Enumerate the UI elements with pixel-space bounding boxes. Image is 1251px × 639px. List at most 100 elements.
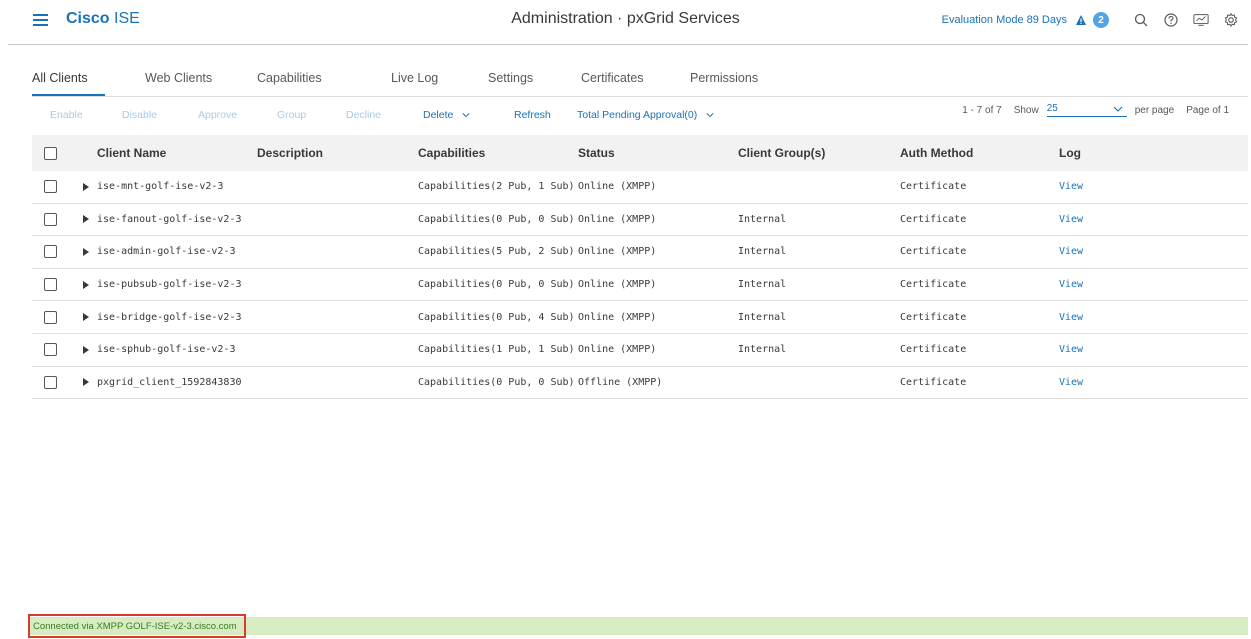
tab-certificates[interactable]: Certificates xyxy=(533,71,644,97)
row-checkbox[interactable] xyxy=(44,310,57,324)
view-log-link[interactable]: View xyxy=(1059,214,1083,225)
column-description[interactable]: Description xyxy=(257,146,323,160)
group-button[interactable]: Group xyxy=(277,109,306,121)
expand-arrow-icon[interactable] xyxy=(82,378,90,387)
client-status: Online (XMPP) xyxy=(578,213,657,225)
enable-button[interactable]: Enable xyxy=(50,109,83,121)
chevron-down-icon xyxy=(462,113,470,118)
row-checkbox[interactable] xyxy=(44,343,57,357)
column-status[interactable]: Status xyxy=(578,146,615,160)
expand-arrow-icon[interactable] xyxy=(82,280,90,289)
view-log-link[interactable]: View xyxy=(1059,344,1083,355)
client-auth-method: Certificate xyxy=(900,213,967,225)
column-log[interactable]: Log xyxy=(1059,146,1081,160)
alert-count-badge[interactable]: 2 xyxy=(1093,12,1109,28)
decline-button[interactable]: Decline xyxy=(346,109,381,121)
expand-arrow-icon[interactable] xyxy=(82,345,90,354)
tab-label: Capabilities xyxy=(257,71,322,85)
view-log-link[interactable]: View xyxy=(1059,279,1083,290)
expand-arrow-icon[interactable] xyxy=(82,215,90,224)
client-status: Offline (XMPP) xyxy=(578,376,663,388)
client-auth-method: Certificate xyxy=(900,246,967,258)
tab-label: Certificates xyxy=(581,71,644,85)
per-page-value: 25 xyxy=(1046,103,1058,114)
client-auth-method: Certificate xyxy=(900,279,967,291)
menu-icon[interactable] xyxy=(33,14,48,26)
tab-all-clients[interactable]: All Clients xyxy=(32,71,105,97)
top-header: Cisco ISE Administration · pxGrid Servic… xyxy=(0,0,1251,44)
pagination: 1 - 7 of 7 Show 25 per page Page of 1 xyxy=(962,103,1229,117)
client-auth-method: Certificate xyxy=(900,376,967,388)
tab-label: Permissions xyxy=(690,71,759,85)
tab-web-clients[interactable]: Web Clients xyxy=(105,71,218,97)
disable-button[interactable]: Disable xyxy=(122,109,157,121)
column-capabilities[interactable]: Capabilities xyxy=(418,146,485,160)
row-checkbox[interactable] xyxy=(44,180,57,194)
table-row: ise-admin-golf-ise-v2-3 Capabilities(5 P… xyxy=(32,236,1248,269)
client-capabilities: Capabilities(0 Pub, 4 Sub) xyxy=(418,311,575,323)
client-status: Online (XMPP) xyxy=(578,181,657,193)
client-status: Online (XMPP) xyxy=(578,344,657,356)
warning-icon[interactable] xyxy=(1075,14,1087,26)
tab-settings[interactable]: Settings xyxy=(439,71,533,97)
refresh-button[interactable]: Refresh xyxy=(514,109,551,121)
column-client-groups[interactable]: Client Group(s) xyxy=(738,146,825,160)
delete-dropdown[interactable]: Delete xyxy=(423,109,470,121)
tab-permissions[interactable]: Permissions xyxy=(641,71,758,97)
page-title: Administration · pxGrid Services xyxy=(511,10,740,27)
client-capabilities: Capabilities(2 Pub, 1 Sub) xyxy=(418,181,575,193)
help-icon[interactable] xyxy=(1163,12,1179,28)
expand-arrow-icon[interactable] xyxy=(82,247,90,256)
view-log-link[interactable]: View xyxy=(1059,312,1083,323)
per-page-label: per page xyxy=(1134,104,1175,116)
pending-approval-dropdown[interactable]: Total Pending Approval(0) xyxy=(577,109,714,121)
chevron-down-icon xyxy=(706,113,714,118)
view-log-link[interactable]: View xyxy=(1059,246,1083,257)
monitor-icon[interactable] xyxy=(1193,12,1209,28)
per-page-select[interactable]: 25 xyxy=(1046,103,1127,117)
view-log-link[interactable]: View xyxy=(1059,181,1083,192)
select-all-checkbox[interactable] xyxy=(44,146,57,160)
client-name: ise-pubsub-golf-ise-v2-3 xyxy=(97,279,242,291)
client-group: Internal xyxy=(738,279,787,291)
client-capabilities: Capabilities(0 Pub, 0 Sub) xyxy=(418,213,575,225)
client-status: Online (XMPP) xyxy=(578,311,657,323)
connection-status-text: Connected via XMPP GOLF-ISE-v2-3.cisco.c… xyxy=(33,621,237,632)
chevron-down-icon xyxy=(1113,106,1123,112)
approve-button[interactable]: Approve xyxy=(198,109,237,121)
client-auth-method: Certificate xyxy=(900,181,967,193)
tab-bar: All Clients Web Clients Capabilities Liv… xyxy=(32,71,758,97)
table-row: ise-fanout-golf-ise-v2-3 Capabilities(0 … xyxy=(32,204,1248,237)
expand-arrow-icon[interactable] xyxy=(82,182,90,191)
table-row: ise-bridge-golf-ise-v2-3 Capabilities(0 … xyxy=(32,301,1248,334)
header-divider xyxy=(8,44,1248,45)
settings-icon[interactable] xyxy=(1223,12,1239,28)
evaluation-mode-link[interactable]: Evaluation Mode 89 Days xyxy=(942,14,1067,26)
client-name: ise-bridge-golf-ise-v2-3 xyxy=(97,311,242,323)
table-row: ise-sphub-golf-ise-v2-3 Capabilities(1 P… xyxy=(32,334,1248,367)
client-auth-method: Certificate xyxy=(900,344,967,356)
row-checkbox[interactable] xyxy=(44,278,57,292)
brand-logo[interactable]: Cisco ISE xyxy=(66,10,140,28)
view-log-link[interactable]: View xyxy=(1059,377,1083,388)
client-group: Internal xyxy=(738,344,787,356)
client-auth-method: Certificate xyxy=(900,311,967,323)
client-name: ise-fanout-golf-ise-v2-3 xyxy=(97,213,242,225)
column-auth-method[interactable]: Auth Method xyxy=(900,146,973,160)
column-client-name[interactable]: Client Name xyxy=(97,146,166,160)
row-checkbox[interactable] xyxy=(44,375,57,389)
row-checkbox[interactable] xyxy=(44,245,57,259)
tab-live-log[interactable]: Live Log xyxy=(343,71,439,97)
expand-arrow-icon[interactable] xyxy=(82,313,90,322)
client-name: ise-admin-golf-ise-v2-3 xyxy=(97,246,236,258)
row-checkbox[interactable] xyxy=(44,212,57,226)
tab-capabilities[interactable]: Capabilities xyxy=(218,71,343,97)
brand-name: Cisco xyxy=(66,10,110,27)
client-capabilities: Capabilities(0 Pub, 0 Sub) xyxy=(418,279,575,291)
tab-label: Live Log xyxy=(391,71,439,85)
client-status: Online (XMPP) xyxy=(578,279,657,291)
table-row: pxgrid_client_1592843830 Capabilities(0 … xyxy=(32,367,1248,400)
search-icon[interactable] xyxy=(1133,12,1149,28)
client-group: Internal xyxy=(738,213,787,225)
client-name: ise-mnt-golf-ise-v2-3 xyxy=(97,181,224,193)
